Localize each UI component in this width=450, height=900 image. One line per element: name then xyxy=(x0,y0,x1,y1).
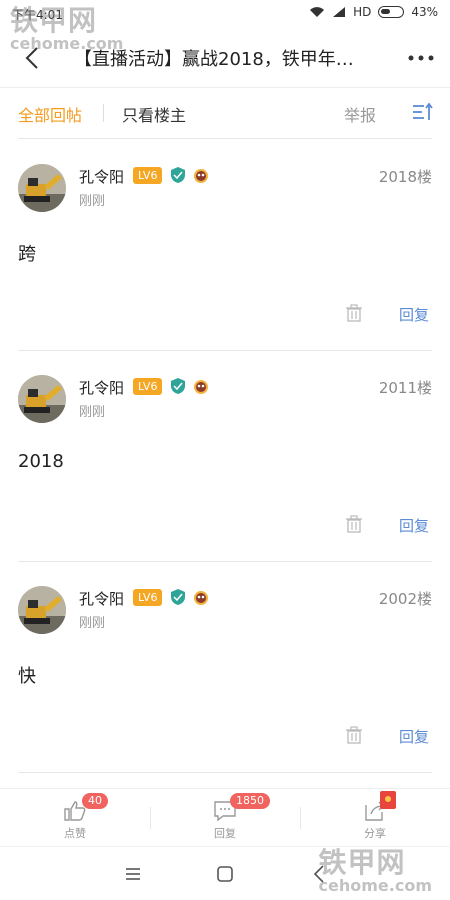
mascot-icon xyxy=(194,169,208,183)
back-icon xyxy=(25,47,38,69)
menu-icon[interactable] xyxy=(122,863,144,885)
trash-icon[interactable] xyxy=(345,515,363,533)
reply-tab-label: 回复 xyxy=(214,827,236,840)
nav-back-icon[interactable] xyxy=(308,863,330,885)
home-icon[interactable] xyxy=(214,863,236,885)
excavator-avatar-image xyxy=(18,375,66,423)
username[interactable]: 孔令阳 xyxy=(79,588,124,609)
trash-icon[interactable] xyxy=(345,304,363,322)
red-envelope-icon xyxy=(380,791,396,809)
reply-count-badge: 1850 xyxy=(230,793,270,809)
share-label: 分享 xyxy=(364,827,386,840)
reply-tab-button[interactable]: 1850 回复 xyxy=(150,789,300,847)
avatar[interactable] xyxy=(18,586,66,634)
status-indicators: HD 43% xyxy=(309,5,438,19)
floor-number: 2002楼 xyxy=(378,590,432,608)
like-button[interactable]: 40 点赞 xyxy=(0,789,150,847)
system-nav-bar xyxy=(0,846,450,900)
username[interactable]: 孔令阳 xyxy=(79,377,124,398)
more-icon xyxy=(408,55,434,61)
filter-bar: 全部回帖 只看楼主 举报 xyxy=(0,88,450,136)
trash-icon[interactable] xyxy=(345,726,363,744)
post-content: 跨 xyxy=(18,244,36,265)
wifi-icon xyxy=(310,7,325,17)
excavator-avatar-image xyxy=(18,586,66,634)
post-time: 刚刚 xyxy=(79,405,106,420)
sort-icon[interactable] xyxy=(410,100,434,124)
mascot-icon xyxy=(194,591,208,605)
more-button[interactable] xyxy=(406,44,436,72)
tab-owner-only[interactable]: 只看楼主 xyxy=(122,102,186,126)
divider xyxy=(18,772,432,773)
reply-button[interactable]: 回复 xyxy=(399,515,429,536)
report-button[interactable]: 举报 xyxy=(344,102,376,126)
reply-button[interactable]: 回复 xyxy=(399,726,429,747)
post-item: 孔令阳 LV6 2002楼 刚刚 快 回复 xyxy=(0,562,450,772)
status-time: 下午4:01 xyxy=(12,8,63,22)
filter-divider xyxy=(103,104,104,122)
level-badge: LV6 xyxy=(133,378,163,395)
level-badge: LV6 xyxy=(133,589,163,606)
verified-shield-icon xyxy=(171,378,185,394)
avatar[interactable] xyxy=(18,375,66,423)
post-item: 孔令阳 LV6 2018楼 刚刚 跨 回复 xyxy=(0,140,450,350)
tab-all-replies[interactable]: 全部回帖 xyxy=(18,102,82,126)
post-content: 快 xyxy=(18,666,36,687)
signal-icon xyxy=(333,7,346,17)
network-type: HD xyxy=(353,5,372,19)
verified-shield-icon xyxy=(171,167,185,183)
bottom-action-bar: 40 点赞 1850 回复 分享 xyxy=(0,788,450,846)
floor-number: 2018楼 xyxy=(378,168,432,186)
username[interactable]: 孔令阳 xyxy=(79,166,124,187)
like-label: 点赞 xyxy=(64,827,86,840)
battery-icon xyxy=(378,6,405,18)
level-badge: LV6 xyxy=(133,167,163,184)
title-bar: 【直播活动】赢战2018，铁甲年… xyxy=(0,28,450,88)
like-count-badge: 40 xyxy=(82,793,108,809)
mascot-icon xyxy=(194,380,208,394)
battery-level: 43% xyxy=(411,5,438,19)
divider xyxy=(18,138,432,139)
post-item: 孔令阳 LV6 2011楼 刚刚 2018 回复 xyxy=(0,351,450,561)
post-time: 刚刚 xyxy=(79,194,106,209)
excavator-avatar-image xyxy=(18,164,66,212)
back-button[interactable] xyxy=(18,44,46,72)
page-title: 【直播活动】赢战2018，铁甲年… xyxy=(74,49,354,70)
verified-shield-icon xyxy=(171,589,185,605)
post-time: 刚刚 xyxy=(79,616,106,631)
status-bar: 下午4:01 HD 43% xyxy=(0,0,450,28)
post-content: 2018 xyxy=(18,451,64,472)
reply-button[interactable]: 回复 xyxy=(399,304,429,325)
floor-number: 2011楼 xyxy=(378,379,432,397)
share-button[interactable]: 分享 xyxy=(300,789,450,847)
avatar[interactable] xyxy=(18,164,66,212)
